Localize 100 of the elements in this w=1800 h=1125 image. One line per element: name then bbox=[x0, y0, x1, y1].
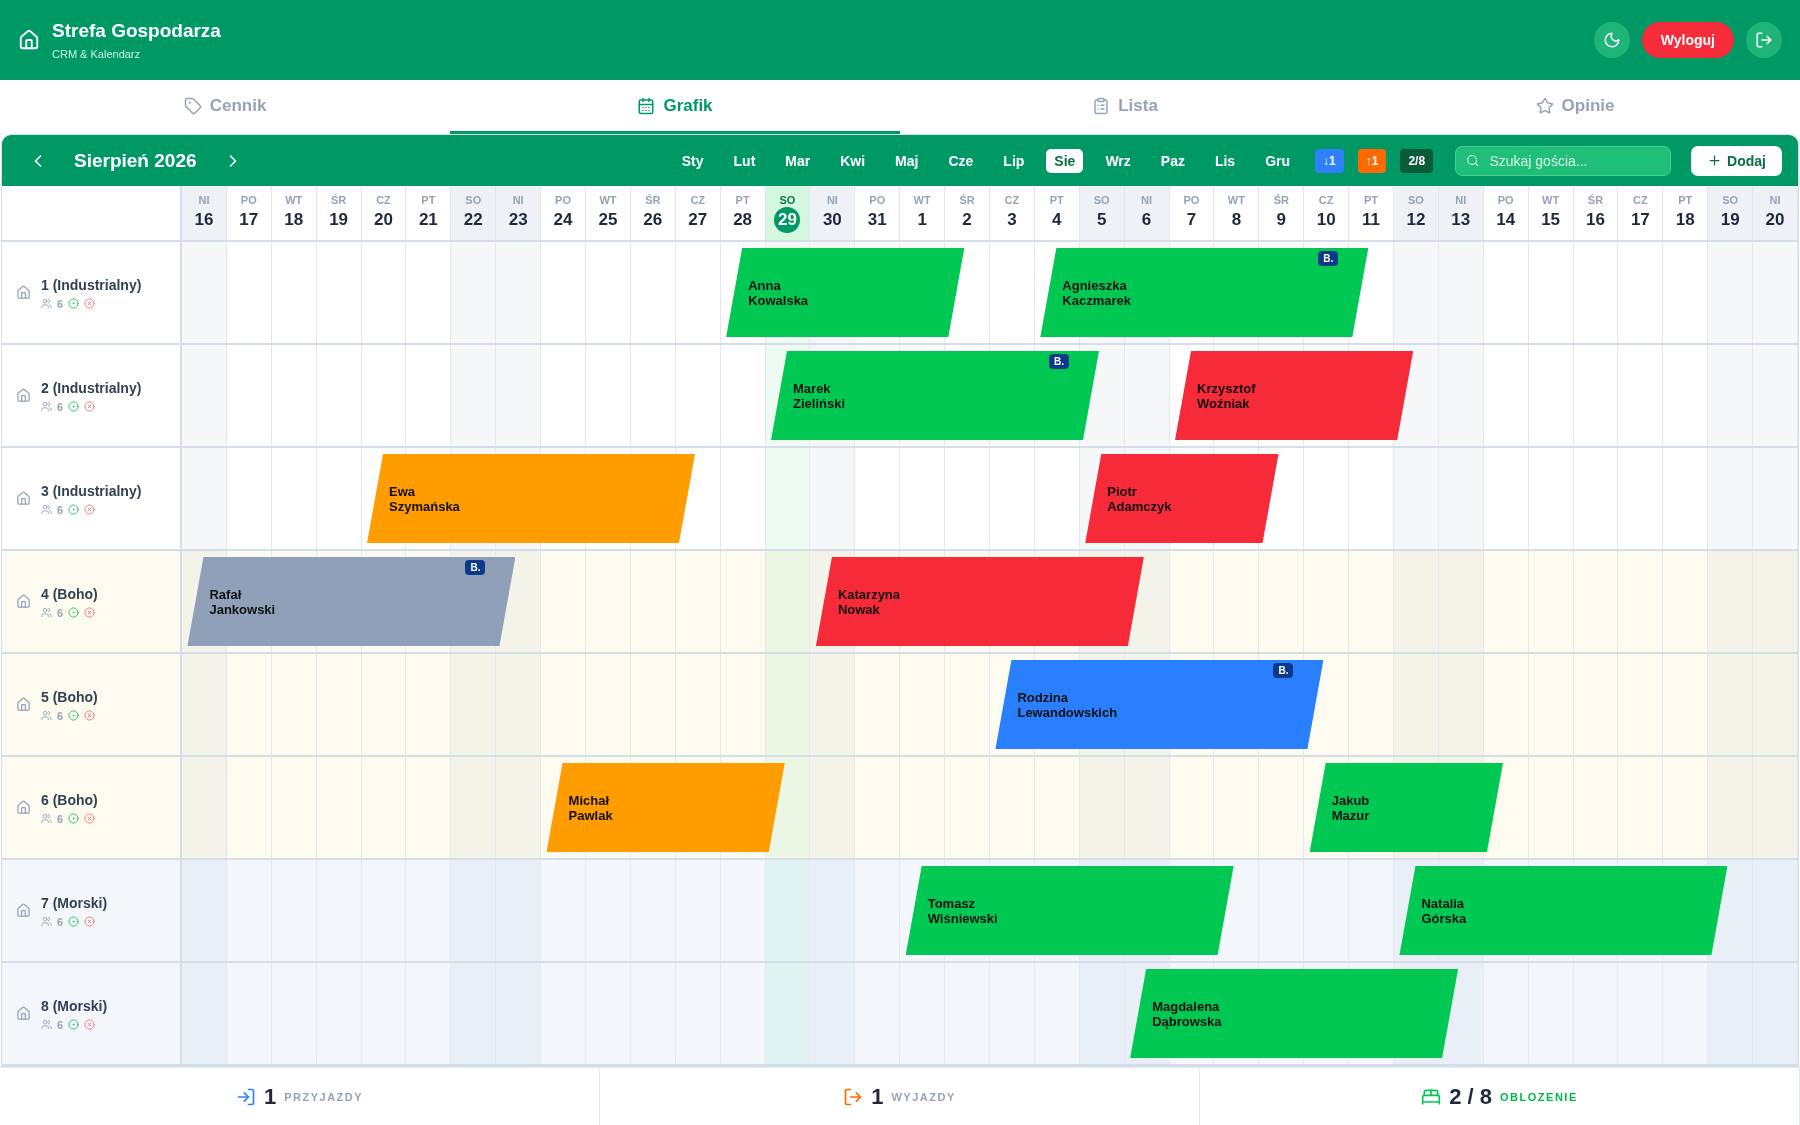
exit-button[interactable] bbox=[1746, 22, 1782, 58]
booking-badge: B. bbox=[1318, 251, 1339, 266]
app-subtitle: CRM & Kalendarz bbox=[52, 48, 142, 60]
available-icon[interactable] bbox=[68, 504, 80, 515]
room-name: 7 (Morski) bbox=[41, 894, 108, 911]
room-name: 2 (Industrialny) bbox=[41, 379, 142, 396]
guest-name: Jakub Mazur bbox=[1331, 792, 1370, 823]
day-header: SO 5 bbox=[1079, 186, 1125, 240]
clipboard-icon bbox=[1092, 96, 1111, 115]
guest-name: Katarzyna Nowak bbox=[837, 586, 901, 617]
month-button[interactable]: Mar bbox=[777, 148, 819, 173]
booking-bar[interactable]: Michał Pawlak bbox=[546, 763, 785, 852]
house-icon bbox=[16, 903, 31, 918]
house-icon bbox=[16, 800, 31, 815]
month-button[interactable]: Wrz bbox=[1097, 148, 1139, 173]
moon-icon bbox=[1602, 31, 1621, 49]
booking-bar[interactable]: Natalia Górska bbox=[1399, 866, 1728, 955]
guests-icon bbox=[41, 607, 52, 618]
room-capacity: 6 bbox=[57, 1018, 64, 1031]
stat-label: PRZYJAZDY bbox=[284, 1090, 364, 1103]
day-header: SO 19 bbox=[1708, 186, 1754, 240]
guests-icon bbox=[41, 1019, 52, 1030]
block-icon[interactable] bbox=[84, 607, 96, 618]
room-capacity: 6 bbox=[57, 709, 64, 722]
available-icon[interactable] bbox=[68, 401, 80, 412]
block-icon[interactable] bbox=[84, 298, 96, 309]
search-field[interactable]: Szukaj gościa... bbox=[1487, 151, 1661, 170]
booking-bar[interactable]: Tomasz Wiśniewski bbox=[905, 866, 1234, 955]
available-icon[interactable] bbox=[68, 607, 80, 618]
logout-button[interactable]: Wyloguj bbox=[1641, 22, 1734, 58]
home-icon bbox=[18, 29, 40, 51]
day-header: SO 22 bbox=[451, 186, 497, 240]
booking-bar[interactable]: Magdalena Dąbrowska bbox=[1130, 969, 1459, 1058]
available-icon[interactable] bbox=[68, 710, 80, 721]
booking-bar[interactable]: Piotr Adamczyk bbox=[1085, 454, 1279, 543]
block-icon[interactable] bbox=[84, 710, 96, 721]
block-icon[interactable] bbox=[84, 1019, 96, 1030]
day-header: NI 16 bbox=[182, 186, 227, 240]
guest-name: Tomasz Wiśniewski bbox=[927, 895, 998, 926]
guest-name: Rodzina Lewandowskich bbox=[1017, 689, 1118, 720]
guests-icon bbox=[41, 813, 52, 824]
day-header: SO 29 bbox=[765, 186, 811, 240]
guest-name: Natalia Górska bbox=[1421, 895, 1467, 926]
booking-bar[interactable]: Marek Zieliński B. bbox=[771, 351, 1099, 440]
month-button[interactable]: Cze bbox=[940, 148, 982, 173]
tag-icon bbox=[183, 96, 202, 115]
house-icon bbox=[16, 491, 31, 506]
room-name: 3 (Industrialny) bbox=[41, 482, 142, 499]
booking-bar[interactable]: Rafał Jankowski B. bbox=[187, 557, 516, 646]
month-button[interactable]: Gru bbox=[1257, 148, 1299, 173]
day-header: SO 12 bbox=[1394, 186, 1439, 240]
booking-bar[interactable]: Rodzina Lewandowskich B. bbox=[995, 660, 1324, 749]
guest-name: Piotr Adamczyk bbox=[1107, 483, 1172, 514]
search-box[interactable]: Szukaj gościa... bbox=[1455, 145, 1672, 176]
available-icon[interactable] bbox=[68, 813, 80, 824]
month-button[interactable]: Sty bbox=[673, 148, 712, 173]
booking-bar[interactable]: Anna Kowalska bbox=[726, 248, 965, 337]
room-capacity: 6 bbox=[57, 915, 64, 928]
booking-badge: B. bbox=[1049, 354, 1069, 369]
app-title: Strefa Gospodarza bbox=[52, 20, 222, 42]
booking-bar[interactable]: Krzysztof Woźniak bbox=[1175, 351, 1414, 440]
block-icon[interactable] bbox=[84, 813, 96, 824]
dark-mode-button[interactable] bbox=[1593, 22, 1630, 58]
room-capacity: 6 bbox=[57, 297, 64, 310]
house-icon bbox=[16, 697, 31, 712]
room-name: 6 (Boho) bbox=[41, 791, 98, 808]
available-icon[interactable] bbox=[68, 916, 80, 927]
add-button[interactable]: Dodaj bbox=[1691, 145, 1782, 176]
counter-badge: ↓1 bbox=[1315, 148, 1344, 173]
room-capacity: 6 bbox=[57, 503, 64, 516]
house-icon bbox=[16, 388, 31, 403]
month-button[interactable]: Lip bbox=[995, 148, 1033, 173]
house-icon bbox=[16, 285, 31, 300]
stat-value: 1 bbox=[263, 1083, 277, 1110]
month-button[interactable]: Maj bbox=[887, 148, 927, 173]
month-button[interactable]: Lis bbox=[1206, 148, 1244, 173]
booking-bar[interactable]: Katarzyna Nowak bbox=[815, 557, 1144, 646]
month-button[interactable]: Paz bbox=[1152, 148, 1193, 173]
month-button[interactable]: Kwi bbox=[832, 148, 874, 173]
counter-badge: 2/8 bbox=[1400, 148, 1434, 173]
booking-bar[interactable]: Ewa Szymańska bbox=[367, 454, 695, 543]
available-icon[interactable] bbox=[68, 1019, 80, 1030]
day-header: NI 23 bbox=[496, 186, 542, 240]
block-icon[interactable] bbox=[84, 504, 96, 515]
stat-value: 2 / 8 bbox=[1449, 1083, 1493, 1110]
room-name: 8 (Morski) bbox=[41, 997, 108, 1014]
guest-name: Anna Kowalska bbox=[748, 277, 809, 308]
month-title: Sierpień 2026 bbox=[74, 149, 197, 172]
guests-icon bbox=[41, 504, 52, 515]
room-capacity: 6 bbox=[57, 400, 64, 413]
house-icon bbox=[16, 1006, 31, 1021]
available-icon[interactable] bbox=[68, 298, 80, 309]
booking-bar[interactable]: Agnieszka Kaczmarek B. bbox=[1040, 248, 1369, 337]
booking-bar[interactable]: Jakub Mazur bbox=[1309, 763, 1503, 852]
block-icon[interactable] bbox=[84, 401, 96, 412]
guest-name: Krzysztof Woźniak bbox=[1197, 380, 1256, 411]
month-button[interactable]: Lut bbox=[725, 148, 764, 173]
block-icon[interactable] bbox=[84, 916, 96, 927]
month-button[interactable]: Sie bbox=[1046, 148, 1084, 173]
booking-badge: B. bbox=[465, 560, 486, 575]
